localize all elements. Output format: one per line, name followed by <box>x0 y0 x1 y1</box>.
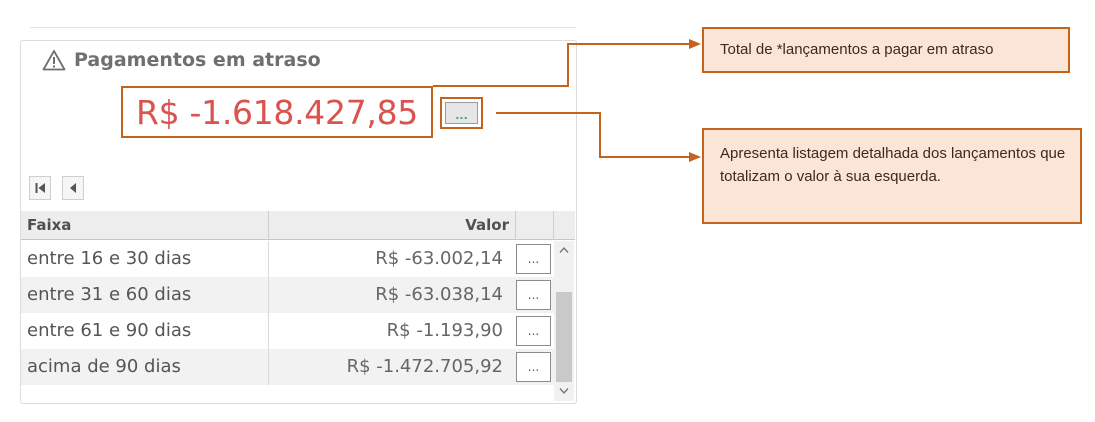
table-row: acima de 90 dias R$ -1.472.705,92 ... <box>21 349 555 385</box>
chevron-up-icon <box>559 246 569 253</box>
chevron-left-icon <box>70 183 76 193</box>
valor-cell: R$ -1.472.705,92 <box>346 356 503 377</box>
arrowhead-total <box>689 39 701 49</box>
faixa-cell: entre 31 e 60 dias <box>27 284 192 305</box>
row-details-button[interactable]: ... <box>516 316 551 346</box>
top-divider <box>30 27 576 28</box>
first-page-button[interactable] <box>29 176 51 200</box>
column-header-valor[interactable]: Valor <box>269 211 509 240</box>
row-details-button[interactable]: ... <box>516 352 551 382</box>
faixa-cell: entre 61 e 90 dias <box>27 320 192 341</box>
vertical-scrollbar[interactable] <box>554 241 574 401</box>
row-details-button[interactable]: ... <box>516 244 551 274</box>
widget-header: Pagamentos em atraso <box>42 47 321 73</box>
chevron-down-icon <box>559 388 569 395</box>
callout-detail: Apresenta listagem detalhada dos lançame… <box>702 128 1082 224</box>
column-divider <box>515 211 516 240</box>
warning-icon <box>42 50 66 71</box>
column-header-faixa[interactable]: Faixa <box>27 211 71 240</box>
kpi-details-button[interactable]: ... <box>440 97 483 129</box>
valor-cell: R$ -63.002,14 <box>375 248 503 269</box>
valor-cell: R$ -1.193,90 <box>386 320 503 341</box>
row-details-button[interactable]: ... <box>516 280 551 310</box>
callout-total: Total de *lançamentos a pagar em atraso <box>702 27 1070 73</box>
arrowhead-detail <box>689 152 701 162</box>
table-row: entre 31 e 60 dias R$ -63.038,14 ... <box>21 277 555 313</box>
widget-title: Pagamentos em atraso <box>74 49 321 71</box>
previous-page-button[interactable] <box>62 176 84 200</box>
ellipsis-icon: ... <box>455 109 468 122</box>
table-row: entre 61 e 90 dias R$ -1.193,90 ... <box>21 313 555 349</box>
table-body: entre 16 e 30 dias R$ -63.002,14 ... ent… <box>21 241 555 385</box>
kpi-details-button-face: ... <box>445 102 478 124</box>
faixa-cell: entre 16 e 30 dias <box>27 248 192 269</box>
faixa-cell: acima de 90 dias <box>27 356 181 377</box>
table-row: entre 16 e 30 dias R$ -63.002,14 ... <box>21 241 555 277</box>
scroll-up-button[interactable] <box>554 241 574 259</box>
column-divider <box>553 211 554 240</box>
first-page-icon <box>35 183 45 193</box>
kpi-total-value: R$ -1.618.427,85 <box>136 92 418 132</box>
scroll-thumb[interactable] <box>556 292 572 382</box>
scroll-down-button[interactable] <box>554 382 574 400</box>
valor-cell: R$ -63.038,14 <box>375 284 503 305</box>
table-header: Faixa Valor <box>21 211 575 240</box>
kpi-highlight-box: R$ -1.618.427,85 <box>121 86 433 138</box>
